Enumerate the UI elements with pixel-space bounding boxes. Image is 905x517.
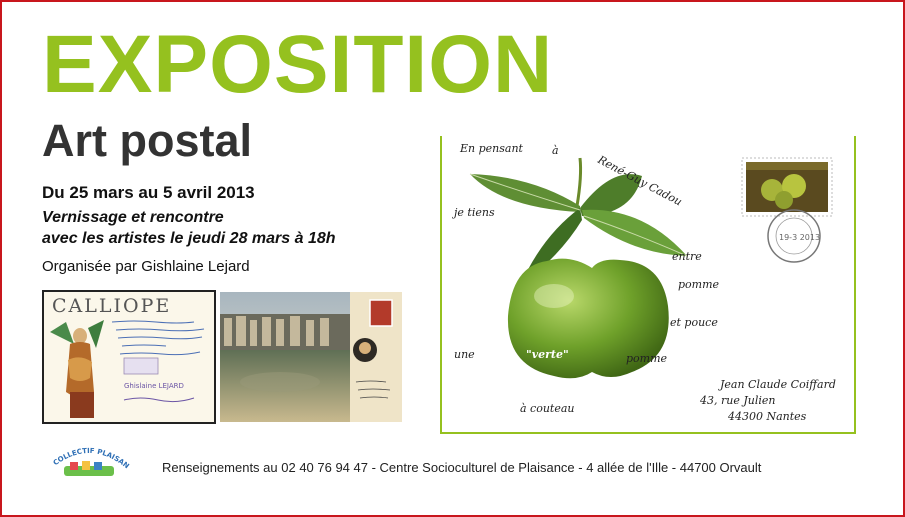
calliope-mail-art-image: CALLIOPE Ghislaine LEJARD	[42, 290, 216, 424]
organizer: Organisée par Gishlaine Lejard	[42, 258, 250, 275]
poem-word-10: pomme	[626, 352, 668, 365]
postage-stamp	[741, 157, 833, 217]
address-line-2: 43, rue Julien	[699, 394, 775, 407]
logo-illustration: COLLECTIF PLAISANCE	[43, 436, 131, 476]
headline: EXPOSITION	[42, 19, 554, 110]
poem-word-9: "verte"	[526, 348, 569, 361]
postmark-date: 19-3 2013	[779, 233, 820, 242]
vernissage-line-2: avec les artistes le jeudi 28 mars à 18h	[42, 230, 336, 247]
poem-word-6: pomme	[678, 278, 720, 291]
poem-word-5: entre	[672, 250, 702, 263]
apple-mail-art-illustration: 19-3 2013 En pensant à René-Guy Cadou je…	[451, 142, 836, 423]
poem-word-7: et pouce	[670, 316, 718, 329]
painted-envelope-illustration	[220, 292, 402, 422]
calliope-signature: Ghislaine LEJARD	[124, 382, 184, 390]
collectif-plaisance-logo: COLLECTIF PLAISANCE	[43, 436, 132, 480]
poem-word-1: En pensant	[459, 142, 524, 155]
calliope-title: CALLIOPE	[52, 295, 171, 317]
address-line-1: Jean Claude Coiffard	[718, 378, 836, 391]
subheadline: Art postal	[42, 115, 253, 166]
poem-word-4: je tiens	[451, 206, 495, 219]
contact-information: Renseignements au 02 40 76 94 47 - Centr…	[162, 460, 762, 475]
poem-word-11: à couteau	[520, 402, 575, 415]
calliope-illustration: CALLIOPE Ghislaine LEJARD	[44, 292, 214, 422]
address-line-3: 44300 Nantes	[727, 410, 807, 423]
poem-word-8: une	[454, 348, 475, 361]
exhibition-dates: Du 25 mars au 5 avril 2013	[42, 183, 255, 202]
vernissage-line-1: Vernissage et rencontre	[42, 209, 224, 226]
poem-word-2: à	[552, 144, 559, 157]
mail-art-card: 19-3 2013 En pensant à René-Guy Cadou je…	[440, 136, 856, 434]
postmark: 19-3 2013	[767, 209, 821, 263]
painted-envelope-image	[220, 292, 402, 422]
poster-frame: EXPOSITION Art postal Du 25 mars au 5 av…	[0, 0, 905, 517]
